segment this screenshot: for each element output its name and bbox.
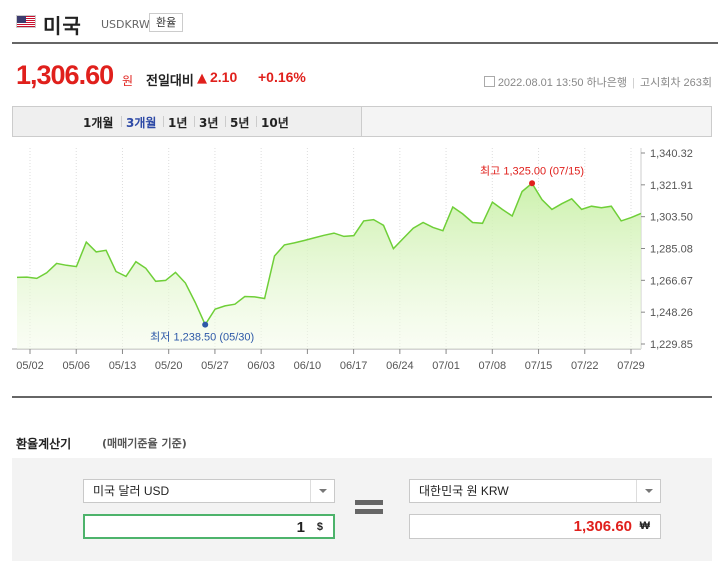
rate-datetime: 2022.08.01 13:50: [497, 77, 584, 89]
y-tick-label: 1,340.32: [650, 148, 693, 160]
country-name: 미국: [43, 14, 82, 38]
low-point: [202, 321, 209, 328]
area-fill: [17, 183, 641, 349]
x-tick-label: 05/06: [62, 360, 90, 372]
current-rate: 1,306.60: [16, 60, 114, 90]
low-label: 최저 1,238.50 (05/30): [150, 331, 254, 344]
from-currency-select[interactable]: 미국 달러 USD: [83, 479, 335, 503]
x-tick-label: 07/29: [617, 360, 645, 372]
high-label: 최고 1,325.00 (07/15): [480, 164, 584, 177]
dollar-unit: $: [316, 521, 323, 533]
rate-meta: 2022.08.01 13:50 하나은행 | 고시회차 263회: [483, 74, 712, 90]
bank-name: 하나은행: [586, 77, 627, 89]
x-tick-label: 06/10: [294, 360, 322, 372]
x-tick-label: 07/01: [432, 360, 460, 372]
rate-chart-svg: 05/02 05/06 05/13 05/20 05/27 06/03 06/10 06/17…: [12, 148, 693, 372]
us-flag-icon: [16, 15, 36, 28]
tab-5-years[interactable]: 5년: [230, 114, 249, 131]
tab-1-year[interactable]: 1년: [168, 114, 187, 131]
currency-code: USDKRW: [101, 18, 150, 31]
notice-round: 고시회차 263회: [639, 77, 712, 89]
tab-1-month[interactable]: 1개월: [83, 114, 113, 131]
equals-icon: [355, 498, 385, 516]
from-amount-input[interactable]: 1 $: [83, 514, 335, 539]
x-tick-label: 06/17: [340, 360, 368, 372]
high-point: [529, 180, 536, 187]
x-tick-label: 05/27: [201, 360, 229, 372]
chevron-down-icon[interactable]: [636, 480, 660, 502]
x-tick-label: 07/15: [525, 360, 553, 372]
divider: [12, 396, 712, 398]
x-tick-label: 07/22: [571, 360, 599, 372]
x-tick-label: 06/24: [386, 360, 414, 372]
y-tick-label: 1,229.85: [650, 339, 693, 351]
y-tick-label: 1,303.50: [650, 212, 693, 224]
to-amount-value: 1,306.60: [573, 518, 632, 535]
x-tick-label: 05/02: [16, 360, 44, 372]
tab-3-months[interactable]: 3개월: [126, 114, 156, 131]
calculator-subtitle: (매매기준율 기준): [102, 437, 187, 450]
to-currency-label: 대한민국 원 KRW: [419, 484, 509, 498]
period-tabs: 1개월 3개월 1년 3년 5년 10년: [12, 106, 712, 137]
header: 미국 USDKRW 환율: [12, 8, 718, 44]
tab-3-years[interactable]: 3년: [199, 114, 218, 131]
up-arrow-icon: ▲: [197, 71, 207, 86]
y-tick-label: 1,248.26: [650, 307, 693, 319]
chevron-down-icon[interactable]: [310, 480, 334, 502]
exchange-rate-button[interactable]: 환율: [149, 13, 184, 32]
to-currency-select[interactable]: 대한민국 원 KRW: [409, 479, 661, 503]
calculator-panel: 미국 달러 USD 대한민국 원 KRW 1 $ 1,306.60 ₩: [12, 458, 712, 561]
x-tick-label: 05/13: [109, 360, 137, 372]
from-amount-value: 1: [296, 519, 305, 536]
calculator-title: 환율계산기: [16, 437, 72, 451]
change-value: 2.10: [210, 69, 238, 85]
x-tick-label: 07/08: [479, 360, 507, 372]
y-tick-label: 1,266.67: [650, 275, 693, 287]
y-tick-label: 1,321.91: [650, 180, 693, 192]
price-row: 1,306.60 원 전일대비 ▲ 2.10 +0.16% 2022.08.01…: [12, 60, 712, 90]
won-unit: 원: [122, 74, 134, 88]
change-percent: +0.16%: [258, 69, 306, 85]
y-tick-label: 1,285.08: [650, 244, 693, 256]
from-currency-label: 미국 달러 USD: [93, 484, 170, 498]
x-tick-label: 06/03: [247, 360, 275, 372]
tab-10-years[interactable]: 10년: [261, 114, 289, 131]
x-tick-label: 05/20: [155, 360, 183, 372]
to-amount-output[interactable]: 1,306.60 ₩: [409, 514, 661, 539]
compare-label: 전일대비: [146, 74, 194, 89]
document-icon: [483, 76, 495, 87]
rate-chart: 05/02 05/06 05/13 05/20 05/27 06/03 06/10 06/17…: [12, 148, 712, 376]
won-symbol: ₩: [639, 520, 650, 532]
